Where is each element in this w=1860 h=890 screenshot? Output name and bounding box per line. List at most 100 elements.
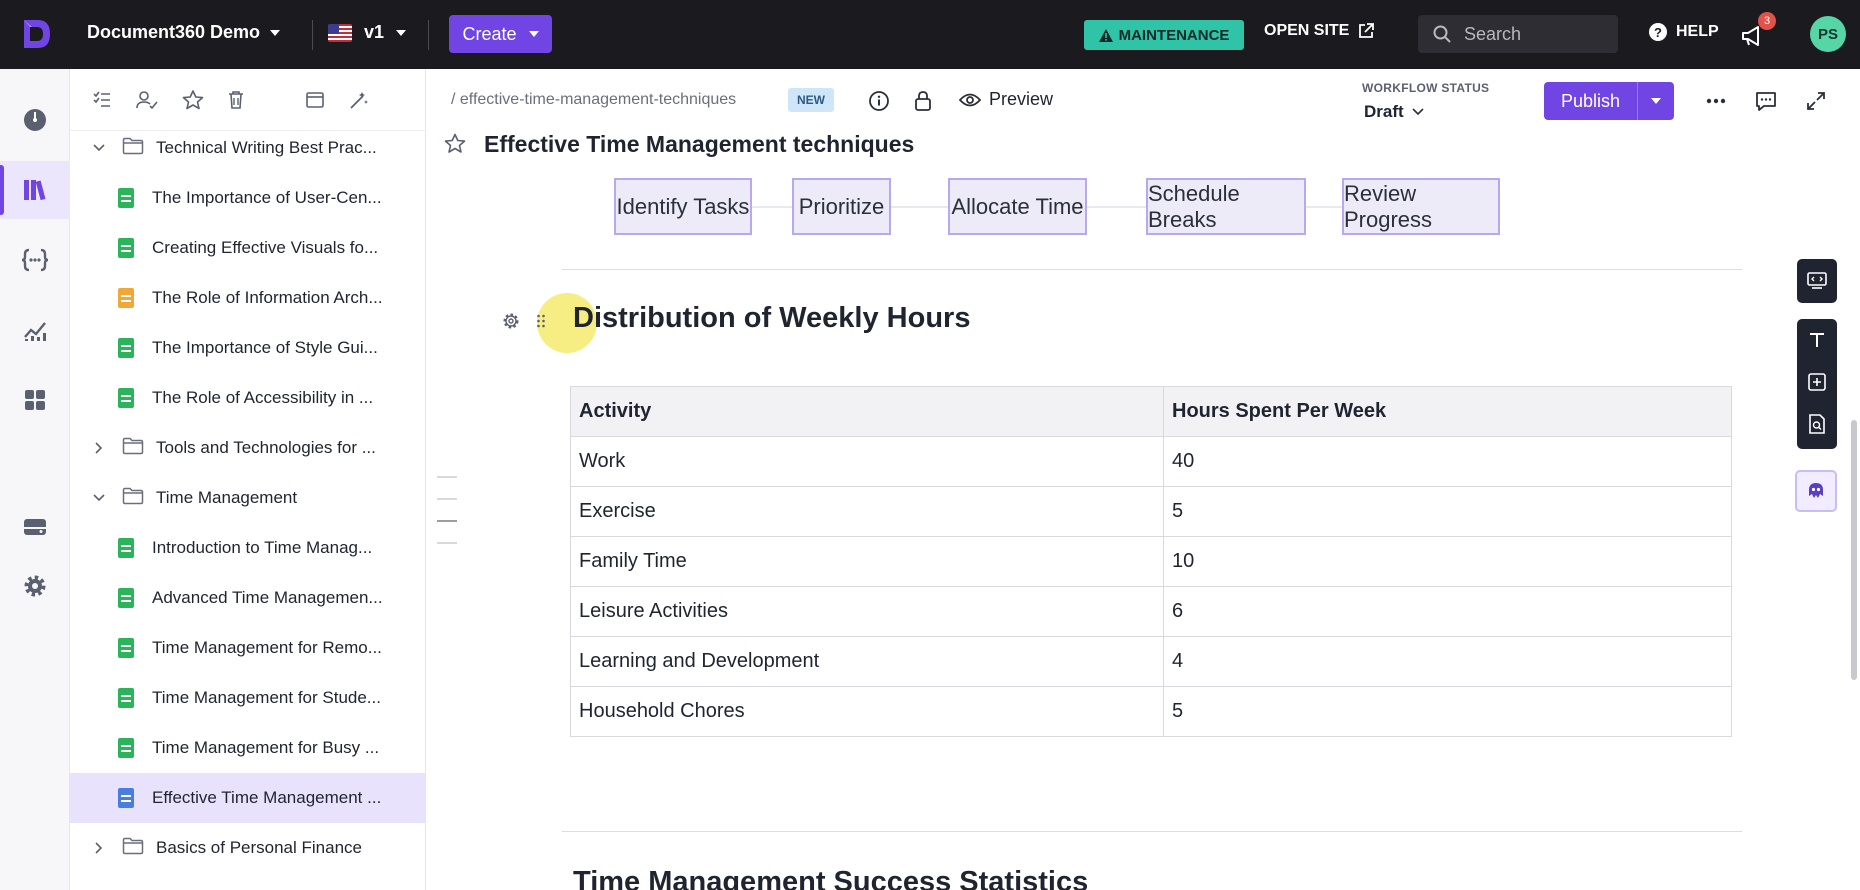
search-box[interactable]	[1418, 15, 1618, 53]
scrollbar[interactable]	[1851, 420, 1857, 680]
tree-folder[interactable]: Technical Writing Best Prac...	[70, 123, 425, 173]
embed-code-icon[interactable]	[1797, 259, 1837, 301]
expand-icon[interactable]	[1804, 89, 1828, 113]
chevron-down-icon[interactable]	[92, 141, 106, 155]
help-label: HELP	[1676, 23, 1719, 40]
project-name: Document360 Demo	[87, 22, 261, 42]
project-selector[interactable]: Document360 Demo	[87, 22, 281, 43]
tree-article[interactable]: Time Management for Busy ...	[70, 723, 425, 773]
text-format-icon[interactable]	[1797, 319, 1837, 361]
dashboard-nav[interactable]	[0, 91, 70, 149]
preview-button[interactable]: Preview	[959, 89, 1053, 110]
search-input[interactable]	[1464, 23, 1604, 45]
tree-item-label: Advanced Time Managemen...	[152, 588, 383, 607]
article-icon	[118, 788, 134, 808]
publish-options-button[interactable]	[1638, 82, 1674, 120]
warning-icon	[1098, 28, 1113, 42]
trash-icon[interactable]	[227, 90, 245, 110]
version-selector[interactable]: v1	[328, 22, 407, 43]
help-icon: ?	[1649, 23, 1667, 41]
tree-article[interactable]: The Role of Accessibility in ...	[70, 373, 425, 423]
workflow-status-dropdown[interactable]: Draft	[1364, 102, 1424, 122]
document360-logo-icon[interactable]	[18, 16, 54, 52]
table-cell[interactable]: Exercise	[570, 486, 1164, 537]
announcements-button[interactable]: 3	[1740, 12, 1776, 50]
chevron-down-icon[interactable]	[92, 491, 106, 505]
tree-article[interactable]: Time Management for Remo...	[70, 623, 425, 673]
lock-icon[interactable]	[911, 89, 935, 113]
table-header-cell[interactable]: Hours Spent Per Week	[1163, 386, 1732, 437]
tree-folder[interactable]: Time Management	[70, 473, 425, 523]
article-icon	[118, 388, 134, 408]
publish-button[interactable]: Publish	[1544, 82, 1638, 120]
section-heading[interactable]: Time Management Success Statistics	[573, 866, 1088, 890]
magic-wand-icon[interactable]	[348, 89, 370, 111]
star-icon[interactable]	[182, 89, 204, 110]
table-row: Learning and Development 4	[570, 636, 1732, 687]
table-cell[interactable]: Family Time	[570, 536, 1164, 587]
document-search-icon[interactable]	[1797, 403, 1837, 445]
ai-assistant-button[interactable]	[1795, 470, 1837, 512]
drag-handle-icon[interactable]	[536, 314, 546, 333]
tree-article[interactable]: Time Management for Stude...	[70, 673, 425, 723]
table-cell[interactable]: Household Chores	[570, 686, 1164, 737]
insert-block-icon[interactable]	[1797, 361, 1837, 403]
table-cell[interactable]: 5	[1163, 686, 1732, 737]
chevron-right-icon[interactable]	[92, 841, 106, 855]
drive-nav[interactable]	[0, 498, 70, 556]
tree-article[interactable]: Advanced Time Managemen...	[70, 573, 425, 623]
tree-article[interactable]: Introduction to Time Manag...	[70, 523, 425, 573]
table-row: Exercise 5	[570, 486, 1732, 537]
info-icon[interactable]	[867, 89, 891, 113]
tree-folder[interactable]: Basics of Personal Finance	[70, 823, 425, 873]
article-icon	[118, 588, 134, 608]
create-button[interactable]: Create	[449, 15, 552, 53]
block-settings-icon[interactable]	[502, 312, 520, 335]
tree-item-label: The Role of Information Arch...	[152, 288, 383, 307]
more-options-icon[interactable]	[1704, 89, 1728, 113]
table-cell[interactable]: 4	[1163, 636, 1732, 687]
tree-article[interactable]: The Importance of User-Cen...	[70, 173, 425, 223]
widgets-icon	[25, 390, 45, 410]
tree-article[interactable]: The Importance of Style Gui...	[70, 323, 425, 373]
panel-layout-icon[interactable]	[305, 90, 325, 110]
table-cell[interactable]: 40	[1163, 436, 1732, 487]
widgets-nav[interactable]	[0, 371, 70, 429]
favorite-star-icon[interactable]	[444, 133, 466, 160]
dashboard-icon	[24, 109, 46, 131]
tree-article[interactable]: Creating Effective Visuals fo...	[70, 223, 425, 273]
tree-item-label: Time Management for Stude...	[152, 688, 381, 707]
tree-item-label: The Importance of User-Cen...	[152, 188, 382, 207]
open-site-link[interactable]: OPEN SITE	[1264, 22, 1375, 40]
tree-article[interactable]: Effective Time Management ...	[70, 773, 425, 823]
table-cell[interactable]: 6	[1163, 586, 1732, 637]
table-cell[interactable]: 10	[1163, 536, 1732, 587]
documentation-nav[interactable]	[0, 161, 70, 219]
tree-folder[interactable]: Tools and Technologies for ...	[70, 423, 425, 473]
table-cell[interactable]: Leisure Activities	[570, 586, 1164, 637]
tree-article[interactable]: The Role of Information Arch...	[70, 273, 425, 323]
search-icon	[1433, 25, 1451, 43]
tree-item-label: Time Management for Remo...	[152, 638, 382, 657]
avatar[interactable]: PS	[1810, 16, 1846, 52]
maintenance-button[interactable]: MAINTENANCE	[1084, 20, 1244, 50]
help-button[interactable]: ? HELP	[1648, 22, 1719, 42]
divider	[312, 20, 313, 50]
user-check-icon[interactable]	[135, 90, 159, 110]
checklist-icon[interactable]	[92, 90, 112, 110]
chevron-right-icon[interactable]	[92, 441, 106, 455]
settings-nav[interactable]	[0, 557, 70, 615]
tree-item-label: The Role of Accessibility in ...	[152, 388, 374, 407]
table-cell[interactable]: Work	[570, 436, 1164, 487]
breadcrumb[interactable]: / effective-time-management-techniques	[451, 91, 736, 109]
table-cell[interactable]: 5	[1163, 486, 1732, 537]
flow-connector	[1087, 206, 1146, 208]
table-header-cell[interactable]: Activity	[570, 386, 1164, 437]
section-heading[interactable]: Distribution of Weekly Hours	[573, 302, 970, 335]
analytics-nav[interactable]	[0, 301, 70, 359]
table-cell[interactable]: Learning and Development	[570, 636, 1164, 687]
article-title[interactable]: Effective Time Management techniques	[484, 131, 914, 158]
comment-icon[interactable]	[1754, 89, 1778, 113]
weekly-hours-table[interactable]: Activity Hours Spent Per Week Work 40 Exer…	[570, 386, 1732, 737]
api-nav[interactable]	[0, 231, 70, 289]
